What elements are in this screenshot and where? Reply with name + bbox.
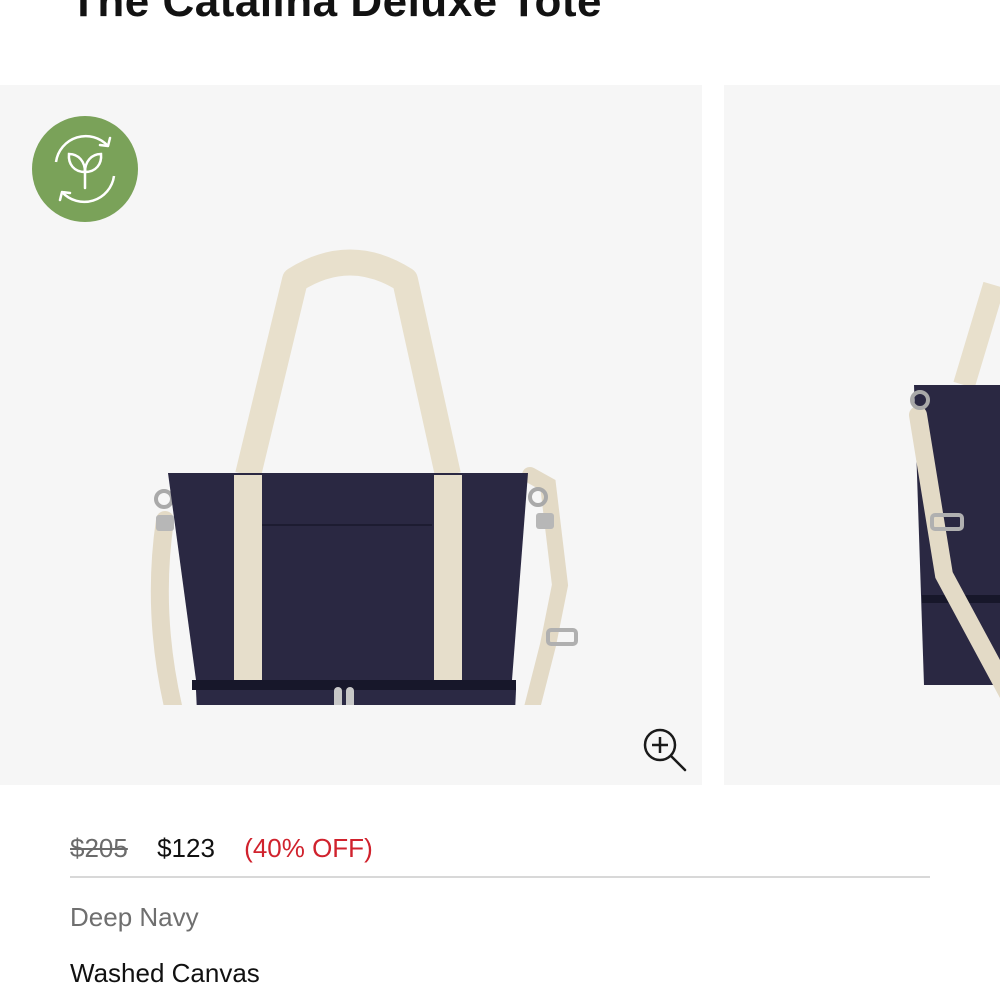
selected-color: Deep Navy [70, 902, 199, 932]
zoom-in-icon[interactable] [638, 723, 690, 775]
gallery-slide-main[interactable] [0, 85, 702, 785]
gallery-slide-next[interactable] [724, 85, 1000, 785]
eco-leaf-recycle-icon [32, 116, 138, 222]
divider [70, 876, 930, 878]
sale-price: $123 [157, 833, 215, 863]
product-title: The Catalina Deluxe Tote [70, 0, 602, 26]
product-image-tote-side [909, 281, 1000, 698]
material-label: Washed Canvas [70, 958, 260, 988]
product-image-tote [150, 249, 578, 705]
product-image-gallery[interactable] [0, 85, 1000, 785]
original-price: $205 [70, 833, 128, 863]
price-row: $205 $123 (40% OFF) [70, 830, 373, 866]
discount-label: (40% OFF) [244, 833, 373, 863]
